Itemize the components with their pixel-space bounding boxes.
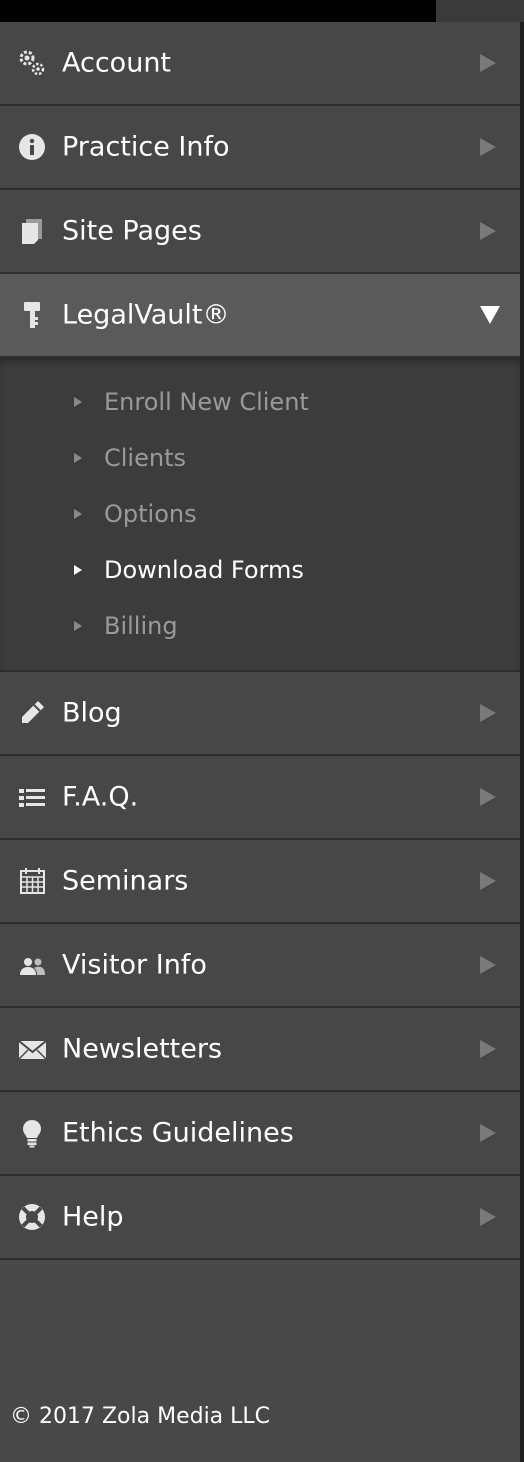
sidebar-item-label: Practice Info bbox=[62, 131, 230, 163]
submenu-item-label: Billing bbox=[104, 612, 178, 640]
sidebar-item-newsletters[interactable]: Newsletters bbox=[0, 1008, 520, 1092]
sidebar-item-label: Visitor Info bbox=[62, 949, 207, 981]
sidebar-item-label: Site Pages bbox=[62, 215, 202, 247]
submenu-item-enroll-new-client[interactable]: Enroll New Client bbox=[0, 374, 520, 430]
submenu-item-label: Enroll New Client bbox=[104, 388, 309, 416]
sidebar-item-label: Help bbox=[62, 1201, 124, 1233]
chevron-right-icon bbox=[480, 872, 496, 890]
submenu-item-label: Clients bbox=[104, 444, 186, 472]
sidebar-item-label: F.A.Q. bbox=[62, 781, 139, 813]
chevron-right-icon bbox=[480, 138, 496, 156]
pages-icon bbox=[16, 215, 48, 247]
copyright-footer: © 2017 Zola Media LLC bbox=[10, 1404, 271, 1429]
list-icon bbox=[16, 781, 48, 813]
admin-sidebar: Account Practice Info Site Pages LegalVa… bbox=[0, 0, 524, 1462]
sidebar-item-account[interactable]: Account bbox=[0, 22, 520, 106]
sidebar-item-label: Account bbox=[62, 47, 172, 79]
envelope-icon bbox=[16, 1033, 48, 1065]
lifebuoy-icon bbox=[16, 1201, 48, 1233]
sidebar-item-visitor-info[interactable]: Visitor Info bbox=[0, 924, 520, 1008]
sidebar-item-site-pages[interactable]: Site Pages bbox=[0, 190, 520, 274]
brand-logo bbox=[0, 0, 436, 22]
users-icon bbox=[16, 949, 48, 981]
bullet-arrow-icon bbox=[74, 509, 82, 519]
sidebar-item-ethics-guidelines[interactable]: Ethics Guidelines bbox=[0, 1092, 520, 1176]
pencil-icon bbox=[16, 697, 48, 729]
sidebar-item-blog[interactable]: Blog bbox=[0, 672, 520, 756]
calendar-icon bbox=[16, 865, 48, 897]
bullet-arrow-icon bbox=[74, 453, 82, 463]
sidebar-item-label: Seminars bbox=[62, 865, 189, 897]
lightbulb-icon bbox=[16, 1117, 48, 1149]
submenu-item-label: Options bbox=[104, 500, 197, 528]
chevron-right-icon bbox=[480, 54, 496, 72]
chevron-right-icon bbox=[480, 1040, 496, 1058]
bullet-arrow-icon bbox=[74, 621, 82, 631]
sidebar-item-seminars[interactable]: Seminars bbox=[0, 840, 520, 924]
chevron-right-icon bbox=[480, 1124, 496, 1142]
submenu-item-clients[interactable]: Clients bbox=[0, 430, 520, 486]
submenu-item-billing[interactable]: Billing bbox=[0, 598, 520, 654]
info-icon bbox=[16, 131, 48, 163]
sidebar-item-label: LegalVault® bbox=[62, 299, 230, 331]
sidebar-item-label: Newsletters bbox=[62, 1033, 223, 1065]
sidebar-item-faq[interactable]: F.A.Q. bbox=[0, 756, 520, 840]
chevron-right-icon bbox=[480, 956, 496, 974]
sidebar-item-label: Blog bbox=[62, 697, 122, 729]
sidebar-item-help[interactable]: Help bbox=[0, 1176, 520, 1260]
chevron-down-icon bbox=[480, 306, 500, 324]
submenu-item-label: Download Forms bbox=[104, 556, 304, 584]
chevron-right-icon bbox=[480, 788, 496, 806]
legalvault-submenu: Enroll New Client Clients Options Downlo… bbox=[0, 358, 520, 672]
gears-icon bbox=[16, 47, 48, 79]
submenu-item-options[interactable]: Options bbox=[0, 486, 520, 542]
sidebar-item-legalvault[interactable]: LegalVault® bbox=[0, 274, 520, 358]
chevron-right-icon bbox=[480, 222, 496, 240]
sidebar-item-practice-info[interactable]: Practice Info bbox=[0, 106, 520, 190]
sidebar-item-label: Ethics Guidelines bbox=[62, 1117, 294, 1149]
bullet-arrow-icon bbox=[74, 565, 82, 575]
submenu-item-download-forms[interactable]: Download Forms bbox=[0, 542, 520, 598]
top-header-strip bbox=[0, 0, 524, 22]
chevron-right-icon bbox=[480, 704, 496, 722]
bullet-arrow-icon bbox=[74, 397, 82, 407]
key-icon bbox=[16, 299, 48, 331]
sidebar-nav: Account Practice Info Site Pages LegalVa… bbox=[0, 22, 520, 1260]
chevron-right-icon bbox=[480, 1208, 496, 1226]
